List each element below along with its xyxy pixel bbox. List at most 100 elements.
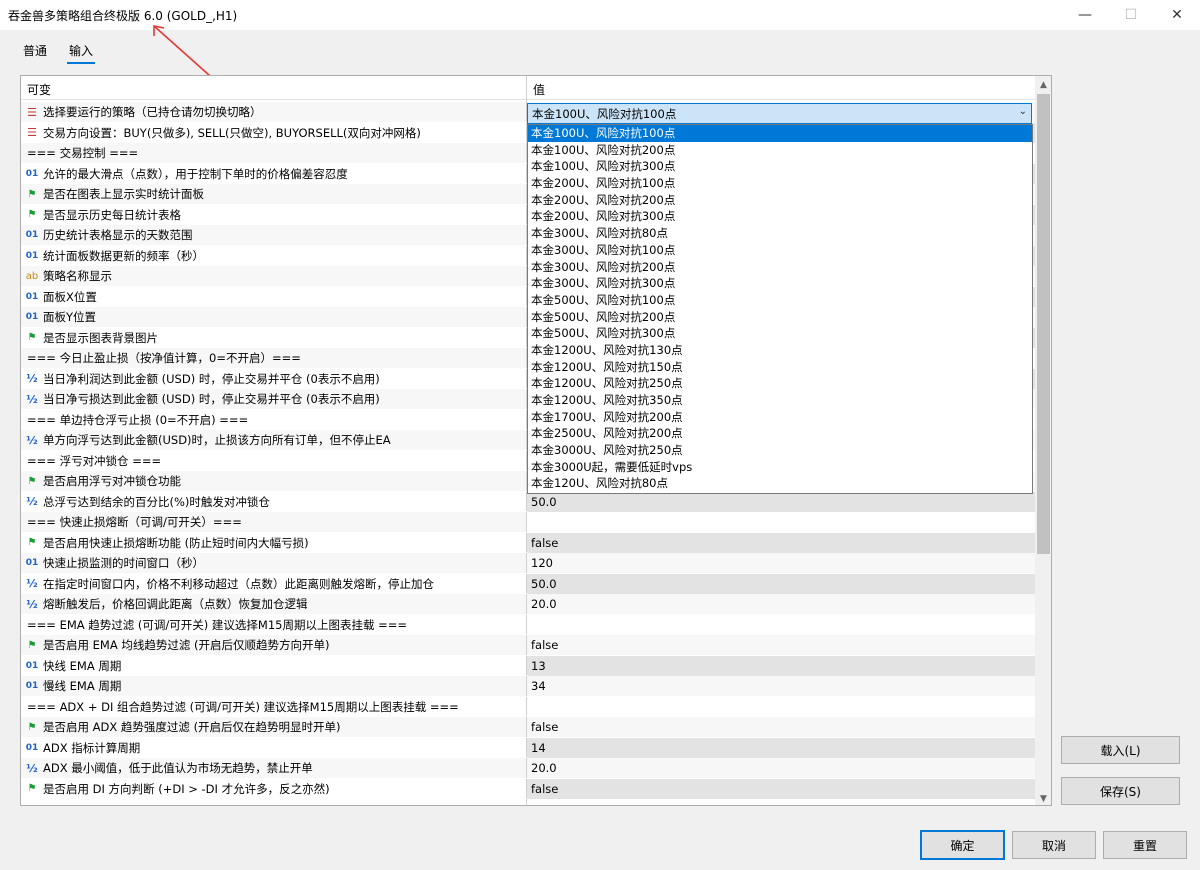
chevron-down-icon[interactable]: ⌄ [1019, 106, 1027, 117]
param-name-label: 面板X位置 [43, 289, 97, 304]
param-name-cell: ⚑ 是否启用 DI 方向判断 (+DI > -DI 才允许多，反之亦然) [21, 779, 526, 799]
param-name-label: 熔断触发后，价格回调此距离（点数）恢复加仓逻辑 [43, 597, 308, 611]
double-icon: ½ [26, 392, 38, 406]
param-name-cell: ½ 当日净亏损达到此金额 (USD) 时，停止交易并平仓 (0表示不启用) [21, 389, 526, 409]
param-name-label: === 交易控制 === [27, 146, 139, 160]
table-row[interactable]: 01 慢线 EMA 周期 34 [21, 676, 1035, 697]
param-name-cell: === 今日止盈止损（按净值计算，0=不开启）=== [21, 348, 526, 368]
dropdown-option[interactable]: 本金500U、风险对抗100点 [528, 292, 1032, 309]
param-name-label: 是否显示图表背景图片 [43, 330, 158, 345]
param-name-cell: === ADX + DI 组合趋势过滤 (可调/可开关) 建议选择M15周期以上… [21, 697, 526, 717]
param-name-cell: === 单边持仓浮亏止损 (0=不开启) === [21, 410, 526, 430]
strategy-select[interactable]: 本金100U、风险对抗100点 ⌄ [527, 103, 1032, 124]
double-icon: ½ [26, 761, 38, 775]
dropdown-option[interactable]: 本金500U、风险对抗300点 [528, 325, 1032, 342]
tab-inputs[interactable]: 输入 [67, 42, 96, 64]
dropdown-option[interactable]: 本金2500U、风险对抗200点 [528, 425, 1032, 442]
param-name-label: 当日净利润达到此金额 (USD) 时，停止交易并平仓 (0表示不启用) [43, 371, 380, 386]
param-value-cell[interactable]: false [527, 532, 1035, 553]
param-value-cell[interactable]: 20.0 [527, 758, 1035, 778]
bool-flag-icon: ⚑ [27, 537, 37, 548]
table-row[interactable]: ⚑ 是否启用快速止损熔断功能 (防止短时间内大幅亏损) false [21, 532, 1035, 553]
param-name-label: === 单边持仓浮亏止损 (0=不开启) === [27, 412, 249, 427]
param-name-cell: ⚑ 是否启用浮亏对冲锁仓功能 [21, 471, 526, 491]
table-row[interactable]: 01 快线 EMA 周期 13 [21, 655, 1035, 676]
enum-list-icon: ☰ [27, 126, 37, 139]
table-row[interactable]: === EMA 趋势过滤 (可调/可开关) 建议选择M15周期以上图表挂载 ==… [21, 614, 1035, 635]
dropdown-option[interactable]: 本金100U、风险对抗300点 [528, 158, 1032, 175]
dropdown-option[interactable]: 本金1200U、风险对抗130点 [528, 342, 1032, 359]
dropdown-option[interactable]: 本金1200U、风险对抗150点 [528, 359, 1032, 376]
cancel-button[interactable]: 取消 [1012, 831, 1096, 859]
dropdown-option[interactable]: 本金1700U、风险对抗200点 [528, 409, 1032, 426]
param-name-cell: === EMA 趋势过滤 (可调/可开关) 建议选择M15周期以上图表挂载 ==… [21, 615, 526, 635]
dropdown-option[interactable]: 本金100U、风险对抗100点 [528, 125, 1032, 142]
dropdown-option[interactable]: 本金300U、风险对抗200点 [528, 259, 1032, 276]
param-name-cell: 01 快速止损监测的时间窗口（秒） [21, 553, 526, 573]
param-name-cell: ½ 总浮亏达到结余的百分比(%)时触发对冲锁仓 [21, 492, 526, 512]
param-value-cell[interactable]: 120 [527, 553, 1035, 573]
table-row[interactable]: ½ 总浮亏达到结余的百分比(%)时触发对冲锁仓 50.0 [21, 491, 1035, 512]
save-button[interactable]: 保存(S) [1061, 777, 1180, 805]
param-value-cell[interactable]: 34 [527, 676, 1035, 696]
table-row[interactable]: ½ ADX 最小阈值，低于此值认为市场无趋势，禁止开单 20.0 [21, 758, 1035, 779]
param-name-cell: ⚑ 是否启用快速止损熔断功能 (防止短时间内大幅亏损) [21, 533, 526, 553]
table-row[interactable]: 01 快速止损监测的时间窗口（秒） 120 [21, 553, 1035, 574]
param-value-cell[interactable]: false [527, 778, 1035, 799]
integer-icon: 01 [25, 558, 39, 568]
dropdown-option[interactable]: 本金100U、风险对抗200点 [528, 142, 1032, 159]
table-row[interactable]: === 快速止损熔断（可调/可开关）=== [21, 512, 1035, 533]
dropdown-option[interactable]: 本金300U、风险对抗300点 [528, 275, 1032, 292]
param-value-cell[interactable]: 14 [527, 737, 1035, 758]
scroll-up-icon[interactable]: ▲ [1035, 76, 1051, 93]
minimize-icon: — [1078, 7, 1092, 23]
close-icon: ✕ [1171, 7, 1183, 23]
param-name-label: 快速止损监测的时间窗口（秒） [43, 556, 204, 570]
dropdown-option[interactable]: 本金3000U、风险对抗250点 [528, 442, 1032, 459]
table-row[interactable]: ½ 在指定时间窗口内，价格不利移动超过（点数）此距离则触发熔断，停止加仓 50.0 [21, 573, 1035, 594]
integer-icon: 01 [25, 168, 39, 179]
dropdown-option[interactable]: 本金200U、风险对抗300点 [528, 208, 1032, 225]
param-value-cell[interactable]: 50.0 [527, 491, 1035, 512]
param-value-cell[interactable]: 20.0 [527, 594, 1035, 614]
param-value-cell[interactable]: false [527, 717, 1035, 737]
vertical-scrollbar[interactable]: ▲ ▼ [1035, 76, 1051, 805]
dropdown-option[interactable]: 本金500U、风险对抗200点 [528, 309, 1032, 326]
param-value-cell [527, 614, 1035, 635]
table-row[interactable]: ⚑ 是否启用 DI 方向判断 (+DI > -DI 才允许多，反之亦然) false [21, 778, 1035, 799]
tab-general[interactable]: 普通 [21, 42, 49, 62]
bool-flag-icon: ⚑ [27, 783, 37, 794]
param-value-cell[interactable]: 50.0 [527, 573, 1035, 594]
dropdown-option[interactable]: 本金1200U、风险对抗250点 [528, 375, 1032, 392]
param-name-label: 快线 EMA 周期 [43, 658, 122, 673]
bool-flag-icon: ⚑ [27, 475, 37, 487]
bool-flag-icon: ⚑ [27, 209, 37, 220]
close-button[interactable]: ✕ [1154, 0, 1200, 30]
dropdown-option[interactable]: 本金1200U、风险对抗350点 [528, 392, 1032, 409]
dropdown-option[interactable]: 本金120U、风险对抗80点 [528, 475, 1032, 492]
maximize-button[interactable]: ☐ [1108, 0, 1154, 30]
table-row[interactable]: === ADX + DI 组合趋势过滤 (可调/可开关) 建议选择M15周期以上… [21, 696, 1035, 717]
dropdown-option[interactable]: 本金300U、风险对抗80点 [528, 225, 1032, 242]
minimize-button[interactable]: — [1062, 0, 1108, 30]
param-value-cell[interactable]: false [527, 635, 1035, 655]
ok-button[interactable]: 确定 [920, 830, 1005, 860]
bool-flag-icon: ⚑ [27, 639, 37, 651]
dropdown-option[interactable]: 本金200U、风险对抗200点 [528, 192, 1032, 209]
reset-button[interactable]: 重置 [1103, 831, 1187, 859]
table-row[interactable]: ⚑ 是否启用 EMA 均线趋势过滤 (开启后仅顺趋势方向开单) false [21, 635, 1035, 656]
param-value-cell[interactable]: 13 [527, 655, 1035, 676]
param-name-label: 是否启用 DI 方向判断 (+DI > -DI 才允许多，反之亦然) [43, 781, 330, 796]
dropdown-option[interactable]: 本金300U、风险对抗100点 [528, 242, 1032, 259]
load-button[interactable]: 载入(L) [1061, 736, 1180, 764]
dropdown-option[interactable]: 本金200U、风险对抗100点 [528, 175, 1032, 192]
scroll-down-icon[interactable]: ▼ [1035, 790, 1051, 805]
table-row[interactable]: 01 ADX 指标计算周期 14 [21, 737, 1035, 758]
param-name-cell: === 浮亏对冲锁仓 === [21, 451, 526, 471]
param-name-label: 慢线 EMA 周期 [43, 679, 122, 693]
table-header: 可变 值 [21, 76, 1035, 100]
table-row[interactable]: ½ 熔断触发后，价格回调此距离（点数）恢复加仓逻辑 20.0 [21, 594, 1035, 615]
scroll-thumb[interactable] [1037, 94, 1050, 554]
table-row[interactable]: ⚑ 是否启用 ADX 趋势强度过滤 (开启后仅在趋势明显时开单) false [21, 717, 1035, 738]
dropdown-option[interactable]: 本金3000U起，需要低延时vps [528, 459, 1032, 476]
